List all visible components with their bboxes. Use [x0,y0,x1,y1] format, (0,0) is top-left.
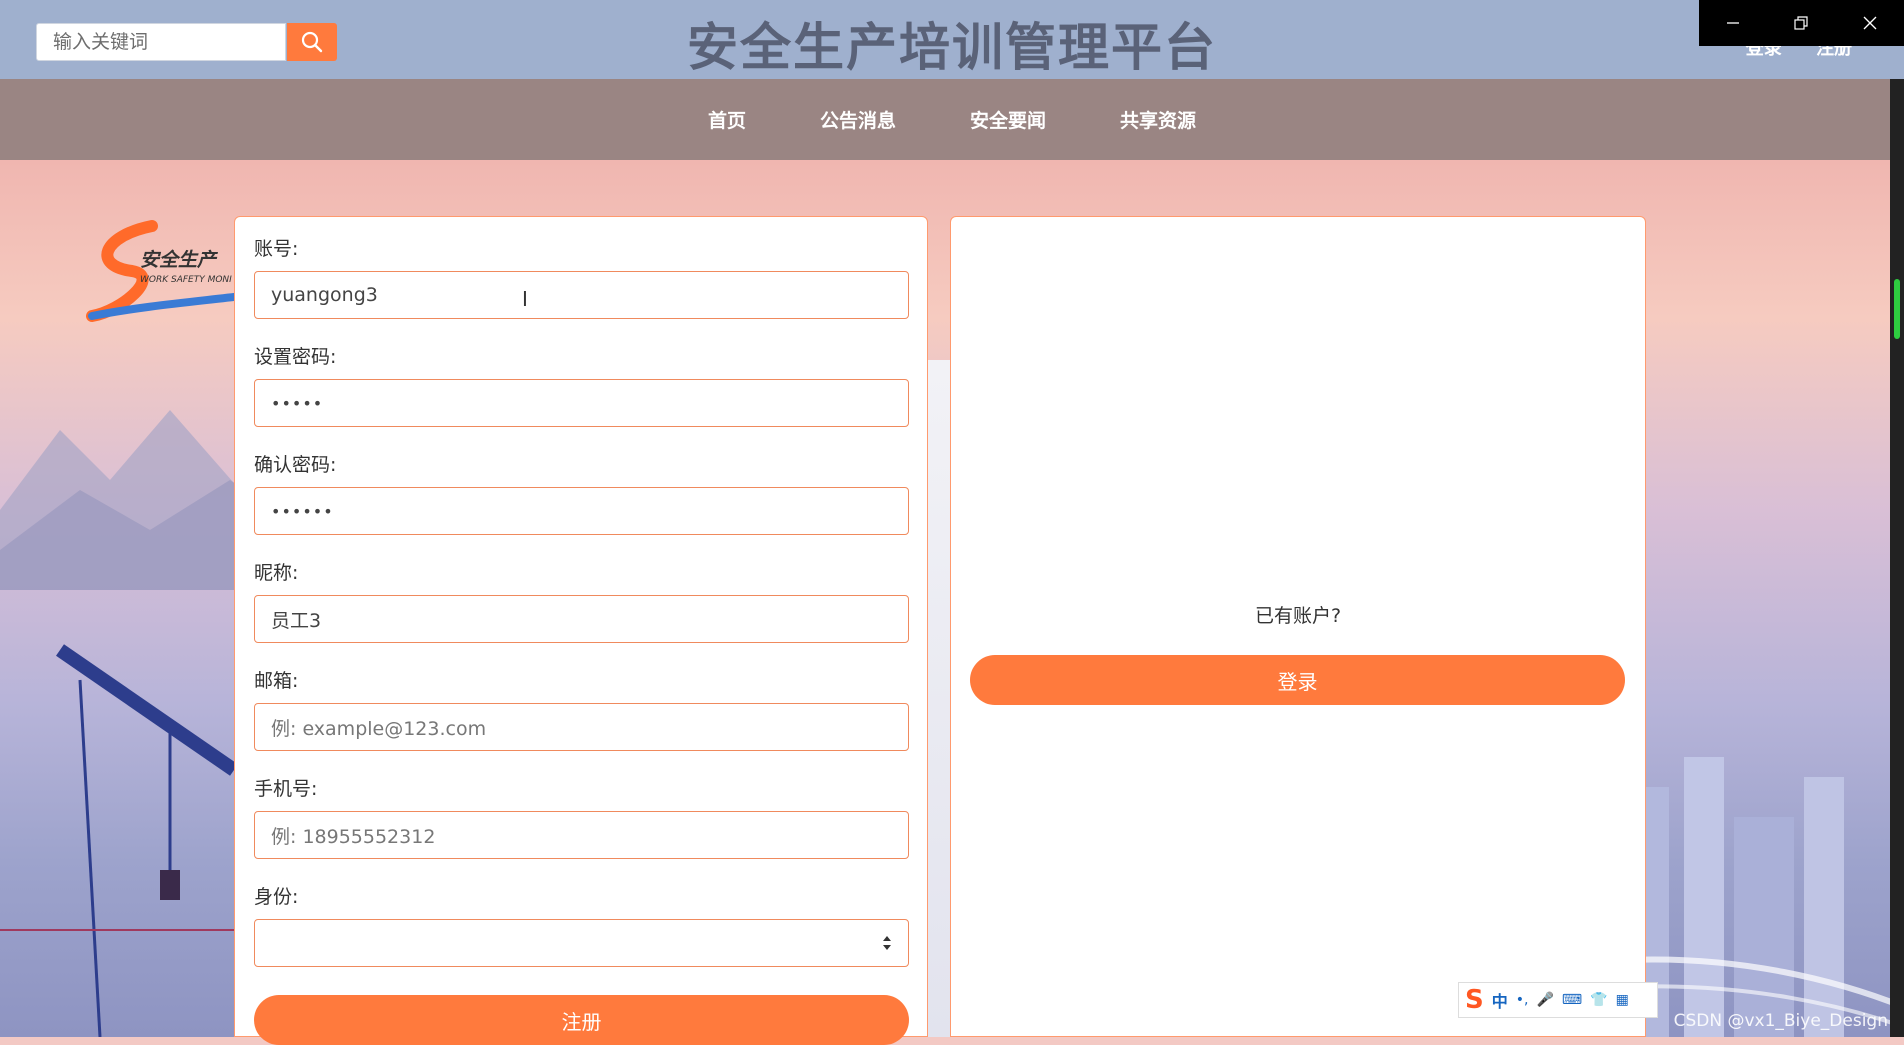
restore-icon [1794,16,1809,30]
close-icon [1863,16,1877,30]
ime-logo-icon[interactable]: S [1465,985,1484,1015]
password-field: 设置密码: ••••• [254,343,909,427]
microphone-icon[interactable]: 🎤 [1536,992,1553,1008]
phone-label: 手机号: [254,778,318,800]
text-cursor-icon: I [522,287,528,311]
minimize-button[interactable] [1703,0,1763,46]
banner-strip [928,360,950,1037]
login-button[interactable]: 登录 [970,655,1625,705]
email-field: 邮箱: 例: example@123.com [254,667,909,751]
register-button[interactable]: 注册 [254,995,909,1045]
have-account-text: 已有账户? [1254,605,1342,627]
phone-field: 手机号: 例: 18955552312 [254,775,909,859]
nav-item-safety-news[interactable]: 安全要闻 [970,106,1046,133]
minimize-icon [1727,22,1740,24]
email-label: 邮箱: [254,670,299,692]
role-field: 身份: [254,883,909,967]
nickname-field: 昵称: 员工3 [254,559,909,643]
select-arrows-icon [883,936,891,950]
safety-logo: 安全生产 WORK SAFETY MONI [86,220,242,322]
close-button[interactable] [1840,0,1900,46]
confirm-password-input[interactable]: •••••• [254,487,909,535]
window-controls [1699,0,1904,46]
restore-button[interactable] [1771,0,1831,46]
phone-input[interactable]: 例: 18955552312 [254,811,909,859]
role-label: 身份: [254,886,299,908]
confirm-password-field: 确认密码: •••••• [254,451,909,535]
top-header: 安全生产培训管理平台 登录 注册 [0,0,1904,79]
nav-item-notices[interactable]: 公告消息 [820,106,896,133]
ime-toolbar: S 中 •, 🎤 ⌨ 👕 ▦ [1458,982,1658,1018]
nav-item-home[interactable]: 首页 [708,106,746,133]
punctuation-icon[interactable]: •, [1516,992,1529,1008]
site-title: 安全生产培训管理平台 [686,19,1217,78]
email-input[interactable]: 例: example@123.com [254,703,909,751]
role-select[interactable] [254,919,909,967]
main-nav: 首页 公告消息 安全要闻 共享资源 [0,79,1904,160]
nickname-input[interactable]: 员工3 [254,595,909,643]
register-link[interactable]: 注册 [1816,46,1852,56]
crane-graphic [0,644,234,1037]
registration-form: 账号: yuangong3 设置密码: ••••• 确认密码: •••••• 昵… [234,216,928,1045]
skin-icon[interactable]: 👕 [1590,992,1607,1008]
nickname-label: 昵称: [254,562,299,584]
apps-grid-icon[interactable]: ▦ [1616,992,1629,1008]
account-input[interactable]: yuangong3 [254,271,909,319]
nav-item-shared-resources[interactable]: 共享资源 [1120,106,1196,133]
auth-links: 登录 注册 [1718,46,1852,56]
confirm-password-label: 确认密码: [254,454,337,476]
watermark: CSDN @vx1_Biye_Design [1673,1011,1888,1031]
password-label: 设置密码: [254,346,337,368]
logo-text-en: WORK SAFETY MONI [140,275,232,285]
account-field: 账号: yuangong3 [254,235,909,319]
ime-language-toggle[interactable]: 中 [1492,988,1508,1012]
login-link[interactable]: 登录 [1746,46,1782,56]
keyboard-icon[interactable]: ⌨ [1562,992,1582,1008]
password-input[interactable]: ••••• [254,379,909,427]
account-label: 账号: [254,238,299,260]
scrollbar-thumb[interactable] [1894,279,1900,339]
page-scrollbar[interactable] [1890,79,1904,1037]
logo-text-cn: 安全生产 [140,249,219,271]
login-panel: 已有账户? 登录 [950,216,1646,1037]
